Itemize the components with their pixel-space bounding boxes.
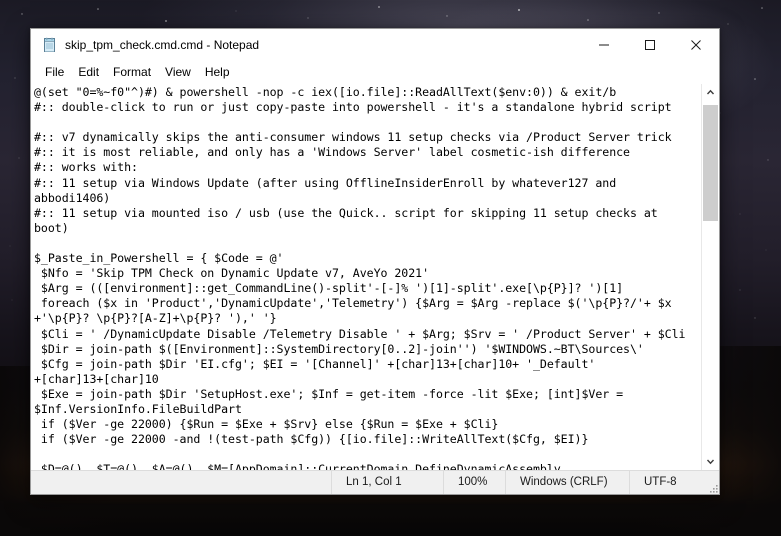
editor-line: #:: double-click to run or just copy-pas… <box>34 100 672 115</box>
menu-item-file[interactable]: File <box>38 63 71 81</box>
title-bar[interactable]: skip_tpm_check.cmd.cmd - Notepad <box>31 29 719 61</box>
status-encoding[interactable]: UTF-8 <box>629 471 703 494</box>
chevron-down-icon <box>706 459 715 465</box>
editor-line: if ($Ver -ge 22000 -and !(test-path $Cfg… <box>34 432 589 447</box>
menu-item-help[interactable]: Help <box>198 63 237 81</box>
window-controls <box>581 29 719 61</box>
editor-line: if ($Ver -ge 22000) {$Run = $Exe + $Srv}… <box>34 417 499 432</box>
editor-line: #:: 11 setup via mounted iso / usb (use … <box>34 205 658 220</box>
editor-line: $Inf.VersionInfo.FileBuildPart <box>34 401 242 416</box>
editor-line: $D=@(), $T=@(), $A=@(), $M=[AppDomain]::… <box>34 462 561 470</box>
minimize-button[interactable] <box>581 29 627 61</box>
chevron-up-icon <box>706 89 715 95</box>
editor-line: $Cli = ' /DynamicUpdate Disable /Telemet… <box>34 326 686 341</box>
maximize-icon <box>645 40 655 50</box>
window-title: skip_tpm_check.cmd.cmd - Notepad <box>65 38 260 52</box>
editor-line: +[char]13+[char]10 <box>34 371 159 386</box>
editor-line: $_Paste_in_Powershell = { $Code = @' <box>34 251 284 266</box>
editor-line: +'\p{P}? \p{P}?[A-Z]+\p{P}? '),' '} <box>34 311 277 326</box>
status-cursor-position[interactable]: Ln 1, Col 1 <box>331 471 443 494</box>
scrollbar-thumb[interactable] <box>703 105 718 221</box>
menu-item-view[interactable]: View <box>158 63 198 81</box>
text-editor[interactable]: @(set "0=%~f0"^)#) & powershell -nop -c … <box>31 84 701 470</box>
editor-line: $Dir = join-path $([Environment]::System… <box>34 341 644 356</box>
editor-line: $Cfg = join-path $Dir 'EI.cfg'; $EI = '[… <box>34 356 596 371</box>
editor-content: @(set "0=%~f0"^)#) & powershell -nop -c … <box>34 85 701 470</box>
editor-line: @(set "0=%~f0"^)#) & powershell -nop -c … <box>34 85 617 99</box>
menu-item-format[interactable]: Format <box>106 63 158 81</box>
scrollbar-up-arrow[interactable] <box>702 84 719 101</box>
editor-line: foreach ($x in 'Product','DynamicUpdate'… <box>34 296 672 311</box>
resize-grip[interactable] <box>703 471 719 494</box>
editor-line: #:: it is most reliable, and only has a … <box>34 145 630 160</box>
close-icon <box>691 40 701 50</box>
editor-line: #:: v7 dynamically skips the anti-consum… <box>34 130 672 145</box>
editor-line: #:: 11 setup via Windows Update (after u… <box>34 175 617 190</box>
editor-line: abbodi1406) <box>34 190 111 205</box>
editor-line: $Nfo = 'Skip TPM Check on Dynamic Update… <box>34 266 430 281</box>
status-zoom-level[interactable]: 100% <box>443 471 505 494</box>
notepad-window: skip_tpm_check.cmd.cmd - Notepad File Ed… <box>30 28 720 495</box>
close-button[interactable] <box>673 29 719 61</box>
status-bar: Ln 1, Col 1 100% Windows (CRLF) UTF-8 <box>31 470 719 494</box>
editor-line: $Exe = join-path $Dir 'SetupHost.exe'; $… <box>34 386 624 401</box>
resize-grip-icon <box>710 485 718 493</box>
maximize-button[interactable] <box>627 29 673 61</box>
title-bar-left: skip_tpm_check.cmd.cmd - Notepad <box>31 37 581 53</box>
scrollbar-track[interactable] <box>702 101 719 453</box>
vertical-scrollbar[interactable] <box>701 84 719 470</box>
status-line-ending[interactable]: Windows (CRLF) <box>505 471 629 494</box>
editor-line: $Arg = (([environment]::get_CommandLine(… <box>34 281 624 296</box>
editor-area: @(set "0=%~f0"^)#) & powershell -nop -c … <box>31 83 719 470</box>
minimize-icon <box>599 44 609 46</box>
scrollbar-down-arrow[interactable] <box>702 453 719 470</box>
notepad-icon <box>41 37 57 53</box>
menu-bar: File Edit Format View Help <box>31 61 719 83</box>
menu-item-edit[interactable]: Edit <box>71 63 106 81</box>
editor-line: boot) <box>34 220 69 235</box>
editor-line: #:: works with: <box>34 160 138 175</box>
